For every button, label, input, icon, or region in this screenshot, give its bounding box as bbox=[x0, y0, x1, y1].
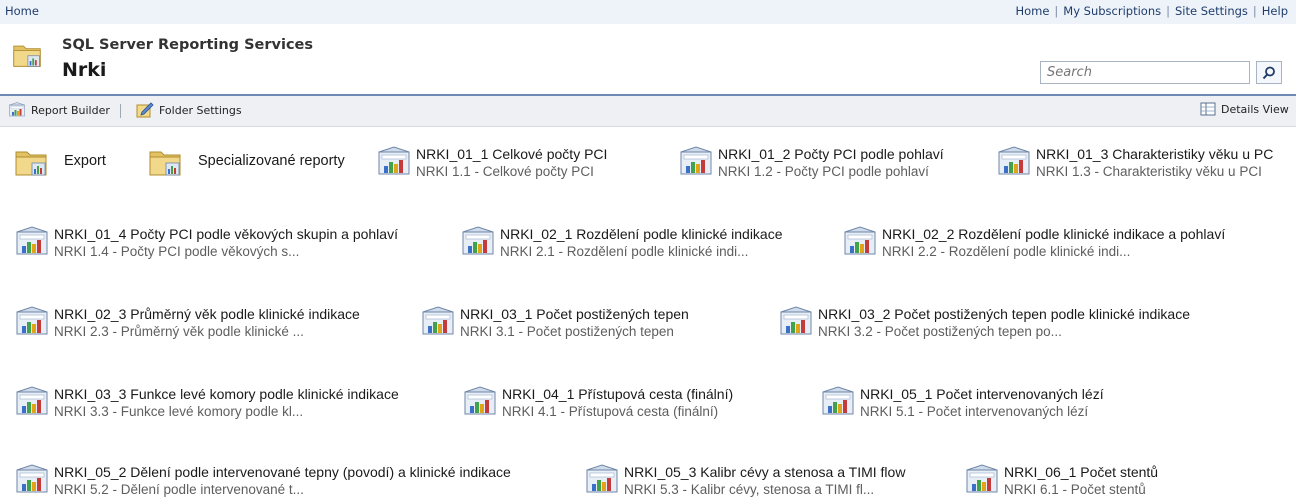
report-icon bbox=[678, 146, 714, 178]
report-description: NRKI 2.2 - Rozdělení podle klinické indi… bbox=[882, 244, 1131, 259]
separator: | bbox=[1054, 4, 1059, 18]
details-view-icon bbox=[1200, 102, 1216, 116]
report-icon bbox=[460, 226, 496, 258]
report-builder-icon bbox=[8, 102, 26, 118]
report-builder-button[interactable]: Report Builder bbox=[8, 102, 110, 118]
site-settings-link[interactable]: Site Settings bbox=[1175, 4, 1248, 18]
report-icon bbox=[376, 146, 412, 178]
report-icon bbox=[964, 464, 1000, 496]
page-header: SQL Server Reporting Services Nrki bbox=[0, 24, 1296, 94]
report-item[interactable]: NRKI_05_1 Počet intervenovaných lézí NRKI… bbox=[820, 386, 1104, 420]
report-icon bbox=[420, 306, 456, 338]
app-name: SQL Server Reporting Services bbox=[62, 37, 314, 53]
report-item[interactable]: NRKI_01_4 Počty PCI podle věkových skupi… bbox=[14, 226, 398, 260]
report-description: NRKI 5.2 - Dělení podle intervenované t.… bbox=[54, 482, 304, 497]
report-description: NRKI 3.2 - Počet postižených tepen po... bbox=[818, 324, 1062, 339]
home-link[interactable]: Home bbox=[1015, 4, 1049, 18]
report-description: NRKI 6.1 - Počet stentů bbox=[1004, 482, 1146, 497]
search-input[interactable] bbox=[1040, 61, 1250, 84]
toolbar-separator bbox=[120, 104, 121, 118]
report-icon bbox=[584, 464, 620, 496]
report-description: NRKI 1.2 - Počty PCI podle pohlaví bbox=[718, 164, 929, 179]
report-icon bbox=[996, 146, 1032, 178]
report-item[interactable]: NRKI_01_3 Charakteristiky věku u PC NRKI … bbox=[996, 146, 1296, 180]
report-description: NRKI 1.1 - Celkové počty PCI bbox=[416, 164, 594, 179]
report-icon bbox=[842, 226, 878, 258]
separator: | bbox=[1252, 4, 1257, 18]
report-icon bbox=[14, 226, 50, 258]
report-icon bbox=[14, 464, 50, 496]
toolbar: Report Builder Folder Settings Details V… bbox=[0, 96, 1296, 127]
report-item[interactable]: NRKI_06_1 Počet stentů NRKI 6.1 - Počet s… bbox=[964, 464, 1158, 498]
report-title: NRKI_06_1 Počet stentů bbox=[1004, 464, 1159, 480]
report-title: NRKI_02_3 Průměrný věk podle klinické in… bbox=[54, 306, 360, 322]
report-title: NRKI_03_2 Počet postižených tepen podle … bbox=[818, 306, 1191, 322]
report-icon bbox=[778, 306, 814, 338]
report-title: NRKI_05_1 Počet intervenovaných lézí bbox=[860, 386, 1104, 402]
report-description: NRKI 5.3 - Kalibr cévy, stenosa a TIMI f… bbox=[624, 482, 875, 497]
report-icon bbox=[820, 386, 856, 418]
report-item[interactable]: NRKI_03_1 Počet postižených tepen NRKI 3.… bbox=[420, 306, 689, 340]
report-title: NRKI_02_2 Rozdělení podle klinické indik… bbox=[882, 226, 1226, 242]
report-item[interactable]: NRKI_02_1 Rozdělení podle klinické indik… bbox=[460, 226, 783, 260]
report-item[interactable]: NRKI_04_1 Přístupová cesta (finální) NRKI… bbox=[462, 386, 733, 420]
report-item[interactable]: NRKI_05_3 Kalibr cévy a stenosa a TIMI f… bbox=[584, 464, 905, 498]
report-icon bbox=[14, 386, 50, 418]
folder-icon bbox=[12, 38, 42, 70]
folder-settings-label: Folder Settings bbox=[159, 103, 242, 117]
global-links: Home | My Subscriptions | Site Settings … bbox=[1015, 4, 1288, 18]
search-icon bbox=[1262, 66, 1275, 79]
details-view-label: Details View bbox=[1221, 102, 1289, 116]
report-item[interactable]: NRKI_05_2 Dělení podle intervenované tep… bbox=[14, 464, 511, 498]
report-description: NRKI 1.3 - Charakteristiky věku u PCI bbox=[1036, 164, 1262, 179]
folder-item-export[interactable]: Export bbox=[14, 144, 106, 178]
report-item[interactable]: NRKI_01_1 Celkové počty PCI NRKI 1.1 - Ce… bbox=[376, 146, 607, 180]
report-title: NRKI_01_2 Počty PCI podle pohlaví bbox=[718, 146, 944, 162]
report-title: NRKI_01_3 Charakteristiky věku u PC bbox=[1036, 146, 1274, 162]
report-title: NRKI_05_3 Kalibr cévy a stenosa a TIMI f… bbox=[624, 464, 906, 480]
folder-item-specializovane-reporty[interactable]: Specializované reporty bbox=[148, 144, 345, 178]
page-title: Nrki bbox=[62, 59, 107, 81]
report-item[interactable]: NRKI_02_3 Průměrný věk podle klinické in… bbox=[14, 306, 360, 340]
global-nav-bar: Home Home | My Subscriptions | Site Sett… bbox=[0, 0, 1296, 24]
report-description: NRKI 4.1 - Přístupová cesta (finální) bbox=[502, 404, 719, 419]
help-link[interactable]: Help bbox=[1262, 4, 1288, 18]
details-view-button[interactable]: Details View bbox=[1200, 102, 1289, 116]
report-description: NRKI 5.1 - Počet intervenovaných lézí bbox=[860, 404, 1089, 419]
folder-settings-button[interactable]: Folder Settings bbox=[136, 102, 242, 118]
report-builder-label: Report Builder bbox=[31, 103, 110, 117]
report-description: NRKI 3.3 - Funkce levé komory podle kl..… bbox=[54, 404, 304, 419]
report-description: NRKI 2.1 - Rozdělení podle klinické indi… bbox=[500, 244, 749, 259]
report-title: NRKI_01_4 Počty PCI podle věkových skupi… bbox=[54, 226, 398, 242]
report-description: NRKI 2.3 - Průměrný věk podle klinické .… bbox=[54, 324, 304, 339]
folder-settings-icon bbox=[136, 102, 154, 118]
report-item[interactable]: NRKI_03_3 Funkce levé komory podle klini… bbox=[14, 386, 399, 420]
report-item[interactable]: NRKI_03_2 Počet postižených tepen podle … bbox=[778, 306, 1190, 340]
report-item[interactable]: NRKI_01_2 Počty PCI podle pohlaví NRKI 1.… bbox=[678, 146, 944, 180]
report-title: NRKI_01_1 Celkové počty PCI bbox=[416, 146, 608, 162]
report-title: NRKI_03_1 Počet postižených tepen bbox=[460, 306, 689, 322]
report-title: NRKI_04_1 Přístupová cesta (finální) bbox=[502, 386, 734, 402]
report-icon bbox=[14, 306, 50, 338]
folder-label: Specializované reporty bbox=[198, 153, 345, 169]
report-title: NRKI_03_3 Funkce levé komory podle klini… bbox=[54, 386, 399, 402]
report-description: NRKI 1.4 - Počty PCI podle věkových s... bbox=[54, 244, 300, 259]
report-title: NRKI_05_2 Dělení podle intervenované tep… bbox=[54, 464, 511, 480]
breadcrumb-home-link[interactable]: Home bbox=[5, 4, 39, 18]
folder-icon bbox=[148, 144, 182, 178]
folder-label: Export bbox=[64, 153, 106, 169]
separator: | bbox=[1166, 4, 1170, 18]
report-description: NRKI 3.1 - Počet postižených tepen bbox=[460, 324, 674, 339]
report-title: NRKI_02_1 Rozdělení podle klinické indik… bbox=[500, 226, 783, 242]
my-subscriptions-link[interactable]: My Subscriptions bbox=[1063, 4, 1161, 18]
folder-icon bbox=[14, 144, 48, 178]
report-item[interactable]: NRKI_02_2 Rozdělení podle klinické indik… bbox=[842, 226, 1225, 260]
search-button[interactable] bbox=[1256, 61, 1282, 84]
report-icon bbox=[462, 386, 498, 418]
